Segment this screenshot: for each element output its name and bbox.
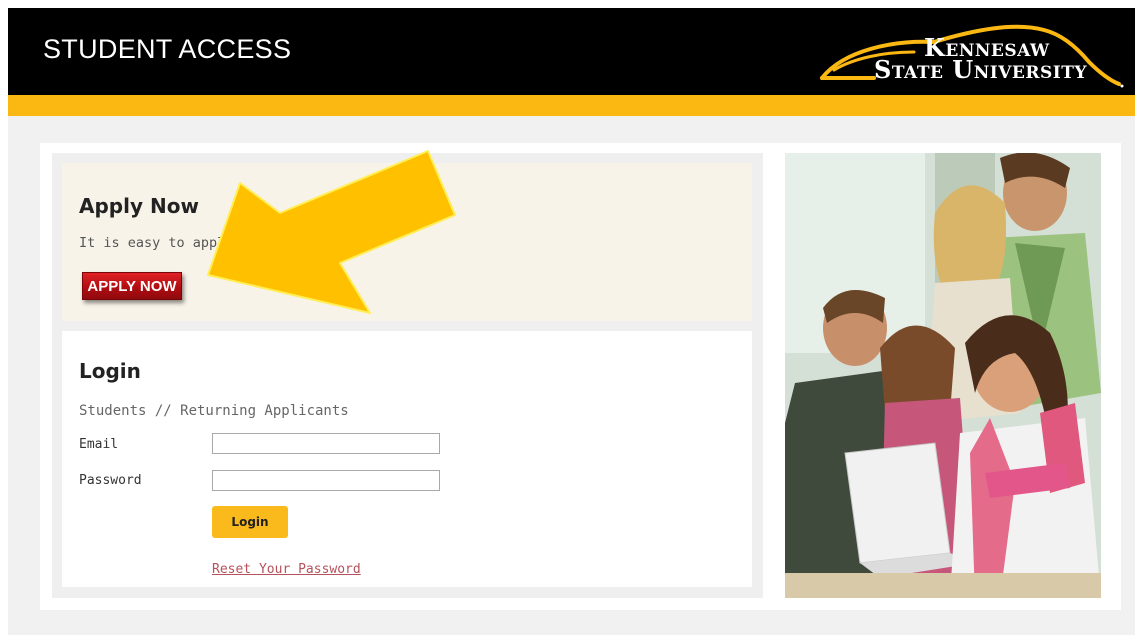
login-panel: Login Students // Returning Applicants E… [62,331,752,587]
password-field[interactable] [212,470,440,491]
apply-now-button[interactable]: APPLY NOW [82,272,182,300]
apply-panel: Apply Now It is easy to apply. APPLY NOW [62,163,752,321]
login-heading: Login [79,359,141,383]
apply-description: It is easy to apply. [79,235,242,251]
login-subtitle: Students // Returning Applicants [79,403,349,419]
site-header: STUDENT ACCESS Kennesaw State University [8,8,1135,95]
email-label: Email [79,437,119,452]
university-logo[interactable]: Kennesaw State University [814,10,1134,90]
logo-line-2: State University [874,55,1087,84]
email-field[interactable] [212,433,440,454]
header-accent-bar [8,95,1135,116]
apply-heading: Apply Now [79,194,199,218]
students-photo-illustration [785,153,1101,598]
login-button[interactable]: Login [212,506,288,538]
page-title: STUDENT ACCESS [43,34,292,64]
students-photo [785,153,1101,598]
password-label: Password [79,473,142,488]
reset-password-link[interactable]: Reset Your Password [212,562,361,577]
